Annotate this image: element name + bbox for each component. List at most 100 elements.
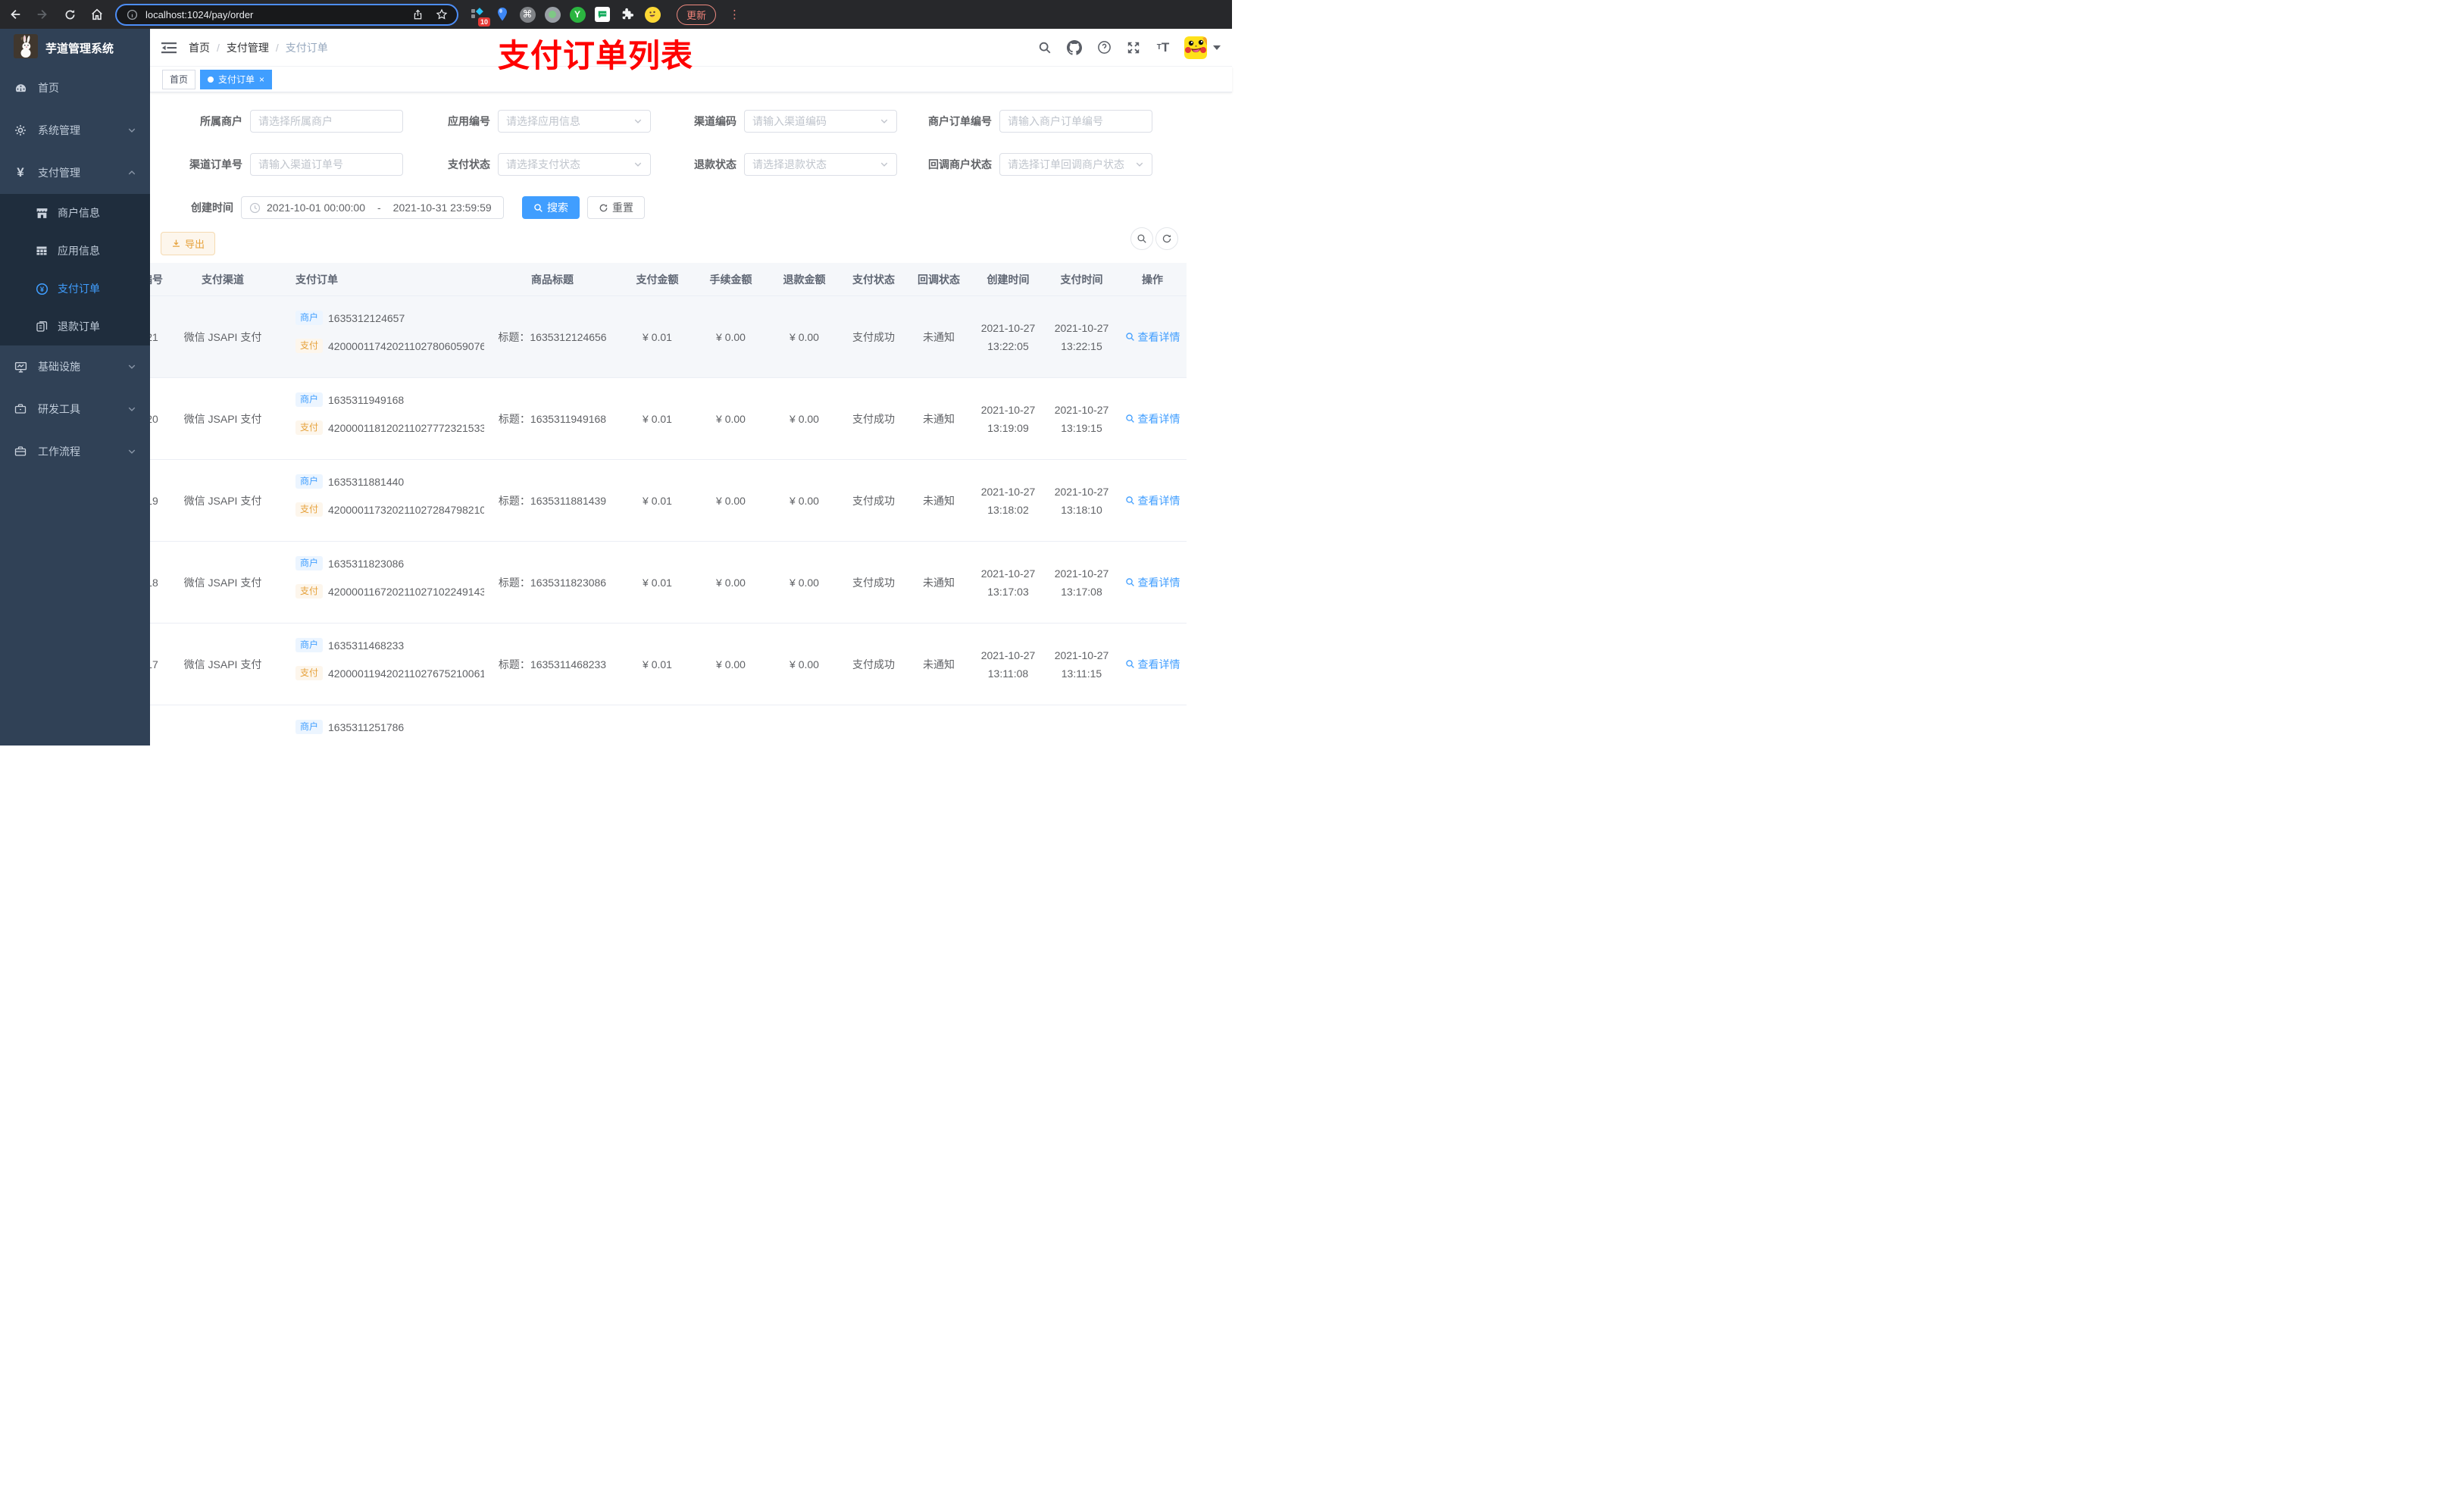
cell-order: 商户 1635311949168 支付 42000011812021102777232… [276, 378, 484, 459]
logo[interactable]: 芋道管理系统 [0, 29, 150, 67]
cell-paid-time: 2021-10-27 13:18:10 [1045, 460, 1118, 541]
filter-select[interactable]: 请选择支付状态 [498, 153, 651, 176]
filter-select[interactable]: 请选择退款状态 [744, 153, 897, 176]
record-icon[interactable] [544, 6, 561, 23]
sidebar-item-6[interactable]: 退款订单 [0, 308, 150, 345]
search-icon[interactable] [1037, 39, 1053, 56]
browser-menu-icon[interactable]: ⋮ [729, 8, 740, 21]
view-detail-label: 查看详情 [1137, 412, 1180, 425]
filter-field: 支付状态 请选择支付状态 [403, 153, 651, 176]
tag-pay-order[interactable]: 支付订单 × [200, 69, 273, 89]
time-line: 2021-10-27 [980, 321, 1036, 334]
toolbox-icon [14, 402, 27, 416]
time-line: 13:11:08 [987, 667, 1029, 680]
pay-order-line: 支付 4200001181202110277723215336 [295, 418, 484, 437]
filter-input[interactable]: 请输入商户订单编号 [999, 110, 1152, 133]
command-icon[interactable]: ⌘ [519, 6, 536, 23]
avatar[interactable] [1184, 36, 1207, 59]
svg-text:¥: ¥ [39, 285, 44, 293]
search-button-label: 搜索 [547, 202, 568, 214]
sidebar-item-9[interactable]: 工作流程 [0, 430, 150, 473]
filter-select[interactable]: 请输入渠道编码 [744, 110, 897, 133]
magnifier-icon [1125, 414, 1135, 424]
sidebar-item-5[interactable]: ¥ 支付订单 [0, 270, 150, 308]
time-line: 2021-10-27 [980, 649, 1036, 661]
cell-created-time: 2021-10-27 13:22:05 [971, 296, 1045, 377]
font-size-icon[interactable]: TT [1155, 39, 1171, 56]
page: localhost:1024/pay/order 10 ⌘ Y 更新 ⋮ 芋道管… [0, 0, 1232, 746]
filter-label: 回调商户状态 [928, 158, 992, 170]
date-range-input[interactable]: 2021-10-01 00:00:00 - 2021-10-31 23:59:5… [241, 196, 504, 219]
view-detail-link[interactable]: 查看详情 [1125, 330, 1180, 345]
sidebar-item-7[interactable]: 基础设施 [0, 345, 150, 388]
table-row: 19 微信 JSAPI 支付 商户 1635311881440 支付 4200001173… [150, 460, 1187, 542]
map-pin-icon[interactable] [494, 6, 511, 23]
view-detail-label: 查看详情 [1137, 658, 1180, 670]
placeholder-text: 请输入渠道编码 [752, 115, 827, 127]
emoji-icon[interactable] [644, 6, 661, 23]
help-icon[interactable] [1096, 39, 1112, 56]
url-text[interactable]: localhost:1024/pay/order [145, 9, 253, 20]
sidebar-item-1[interactable]: 系统管理 [0, 109, 150, 152]
puzzle-icon[interactable] [619, 6, 636, 23]
magnifier-icon [1125, 659, 1135, 669]
user-menu[interactable] [1184, 36, 1221, 59]
tag-home[interactable]: 首页 [162, 69, 196, 89]
sidebar-item-4[interactable]: 应用信息 [0, 232, 150, 270]
extension-diamond-icon[interactable]: 10 [469, 6, 490, 27]
chevron-down-icon [880, 160, 889, 169]
sidebar-item-label: 应用信息 [58, 245, 100, 257]
share-icon[interactable] [410, 7, 425, 22]
briefcase-icon [14, 445, 27, 458]
sidebar-item-8[interactable]: 研发工具 [0, 388, 150, 430]
merchant-tag: 商户 [295, 474, 324, 489]
home-icon[interactable] [89, 7, 105, 22]
url-bar[interactable]: localhost:1024/pay/order [115, 3, 458, 26]
cell-action: 查看详情 [1118, 624, 1187, 705]
sidebar-item-0[interactable]: 首页 [0, 67, 150, 109]
breadcrumb-pay[interactable]: 支付管理 [227, 40, 269, 55]
sidebar-item-2[interactable]: ¥ 支付管理 [0, 152, 150, 194]
breadcrumb-separator: / [275, 41, 279, 54]
view-detail-link[interactable]: 查看详情 [1125, 575, 1180, 590]
forward-icon[interactable] [35, 7, 50, 22]
filter-input[interactable]: 请输入渠道订单号 [250, 153, 403, 176]
update-button[interactable]: 更新 [677, 4, 717, 25]
pay-order-line: 支付 4200001174202110278060590766 [295, 336, 484, 355]
y-icon[interactable]: Y [569, 6, 586, 23]
filter-select[interactable]: 请选择应用信息 [498, 110, 651, 133]
time-line: 2021-10-27 [1054, 649, 1109, 661]
star-icon[interactable] [434, 7, 449, 22]
search-button[interactable]: 搜索 [522, 196, 580, 219]
refresh-button[interactable] [1155, 227, 1178, 250]
view-detail-link[interactable]: 查看详情 [1125, 493, 1180, 508]
breadcrumb-home[interactable]: 首页 [189, 40, 210, 55]
github-icon[interactable] [1066, 39, 1083, 56]
filter-select[interactable]: 请选择订单回调商户状态 [999, 153, 1152, 176]
close-icon[interactable]: × [259, 74, 264, 85]
filter-input[interactable]: 请选择所属商户 [250, 110, 403, 133]
export-button[interactable]: 导出 [161, 232, 216, 255]
search-toggle-button[interactable] [1130, 227, 1153, 250]
cell-action: 查看详情 [1118, 296, 1187, 377]
view-detail-link[interactable]: 查看详情 [1125, 657, 1180, 672]
active-dot [208, 76, 214, 83]
back-icon[interactable] [8, 7, 23, 22]
fullscreen-icon[interactable] [1125, 39, 1142, 56]
info-icon[interactable] [124, 7, 139, 22]
chevron-down-icon [880, 117, 889, 126]
cell-id: 17 [150, 658, 158, 670]
browser-nav [8, 7, 105, 22]
sidebar-toggle-icon[interactable] [161, 40, 177, 55]
refresh-icon [599, 204, 608, 211]
sidebar-item-3[interactable]: 商户信息 [0, 194, 150, 232]
placeholder-text: 请输入商户订单编号 [1008, 115, 1103, 127]
breadcrumb: 首页 / 支付管理 / 支付订单 [189, 40, 328, 55]
pay-order-no: 4200001173202110272847982104 [328, 503, 484, 516]
chat-icon[interactable] [594, 6, 611, 23]
reload-icon[interactable] [62, 7, 77, 22]
view-detail-link[interactable]: 查看详情 [1125, 411, 1180, 427]
reset-button[interactable]: 重置 [587, 196, 645, 219]
cell-refund [768, 705, 841, 746]
cell-created-time [971, 705, 1045, 746]
